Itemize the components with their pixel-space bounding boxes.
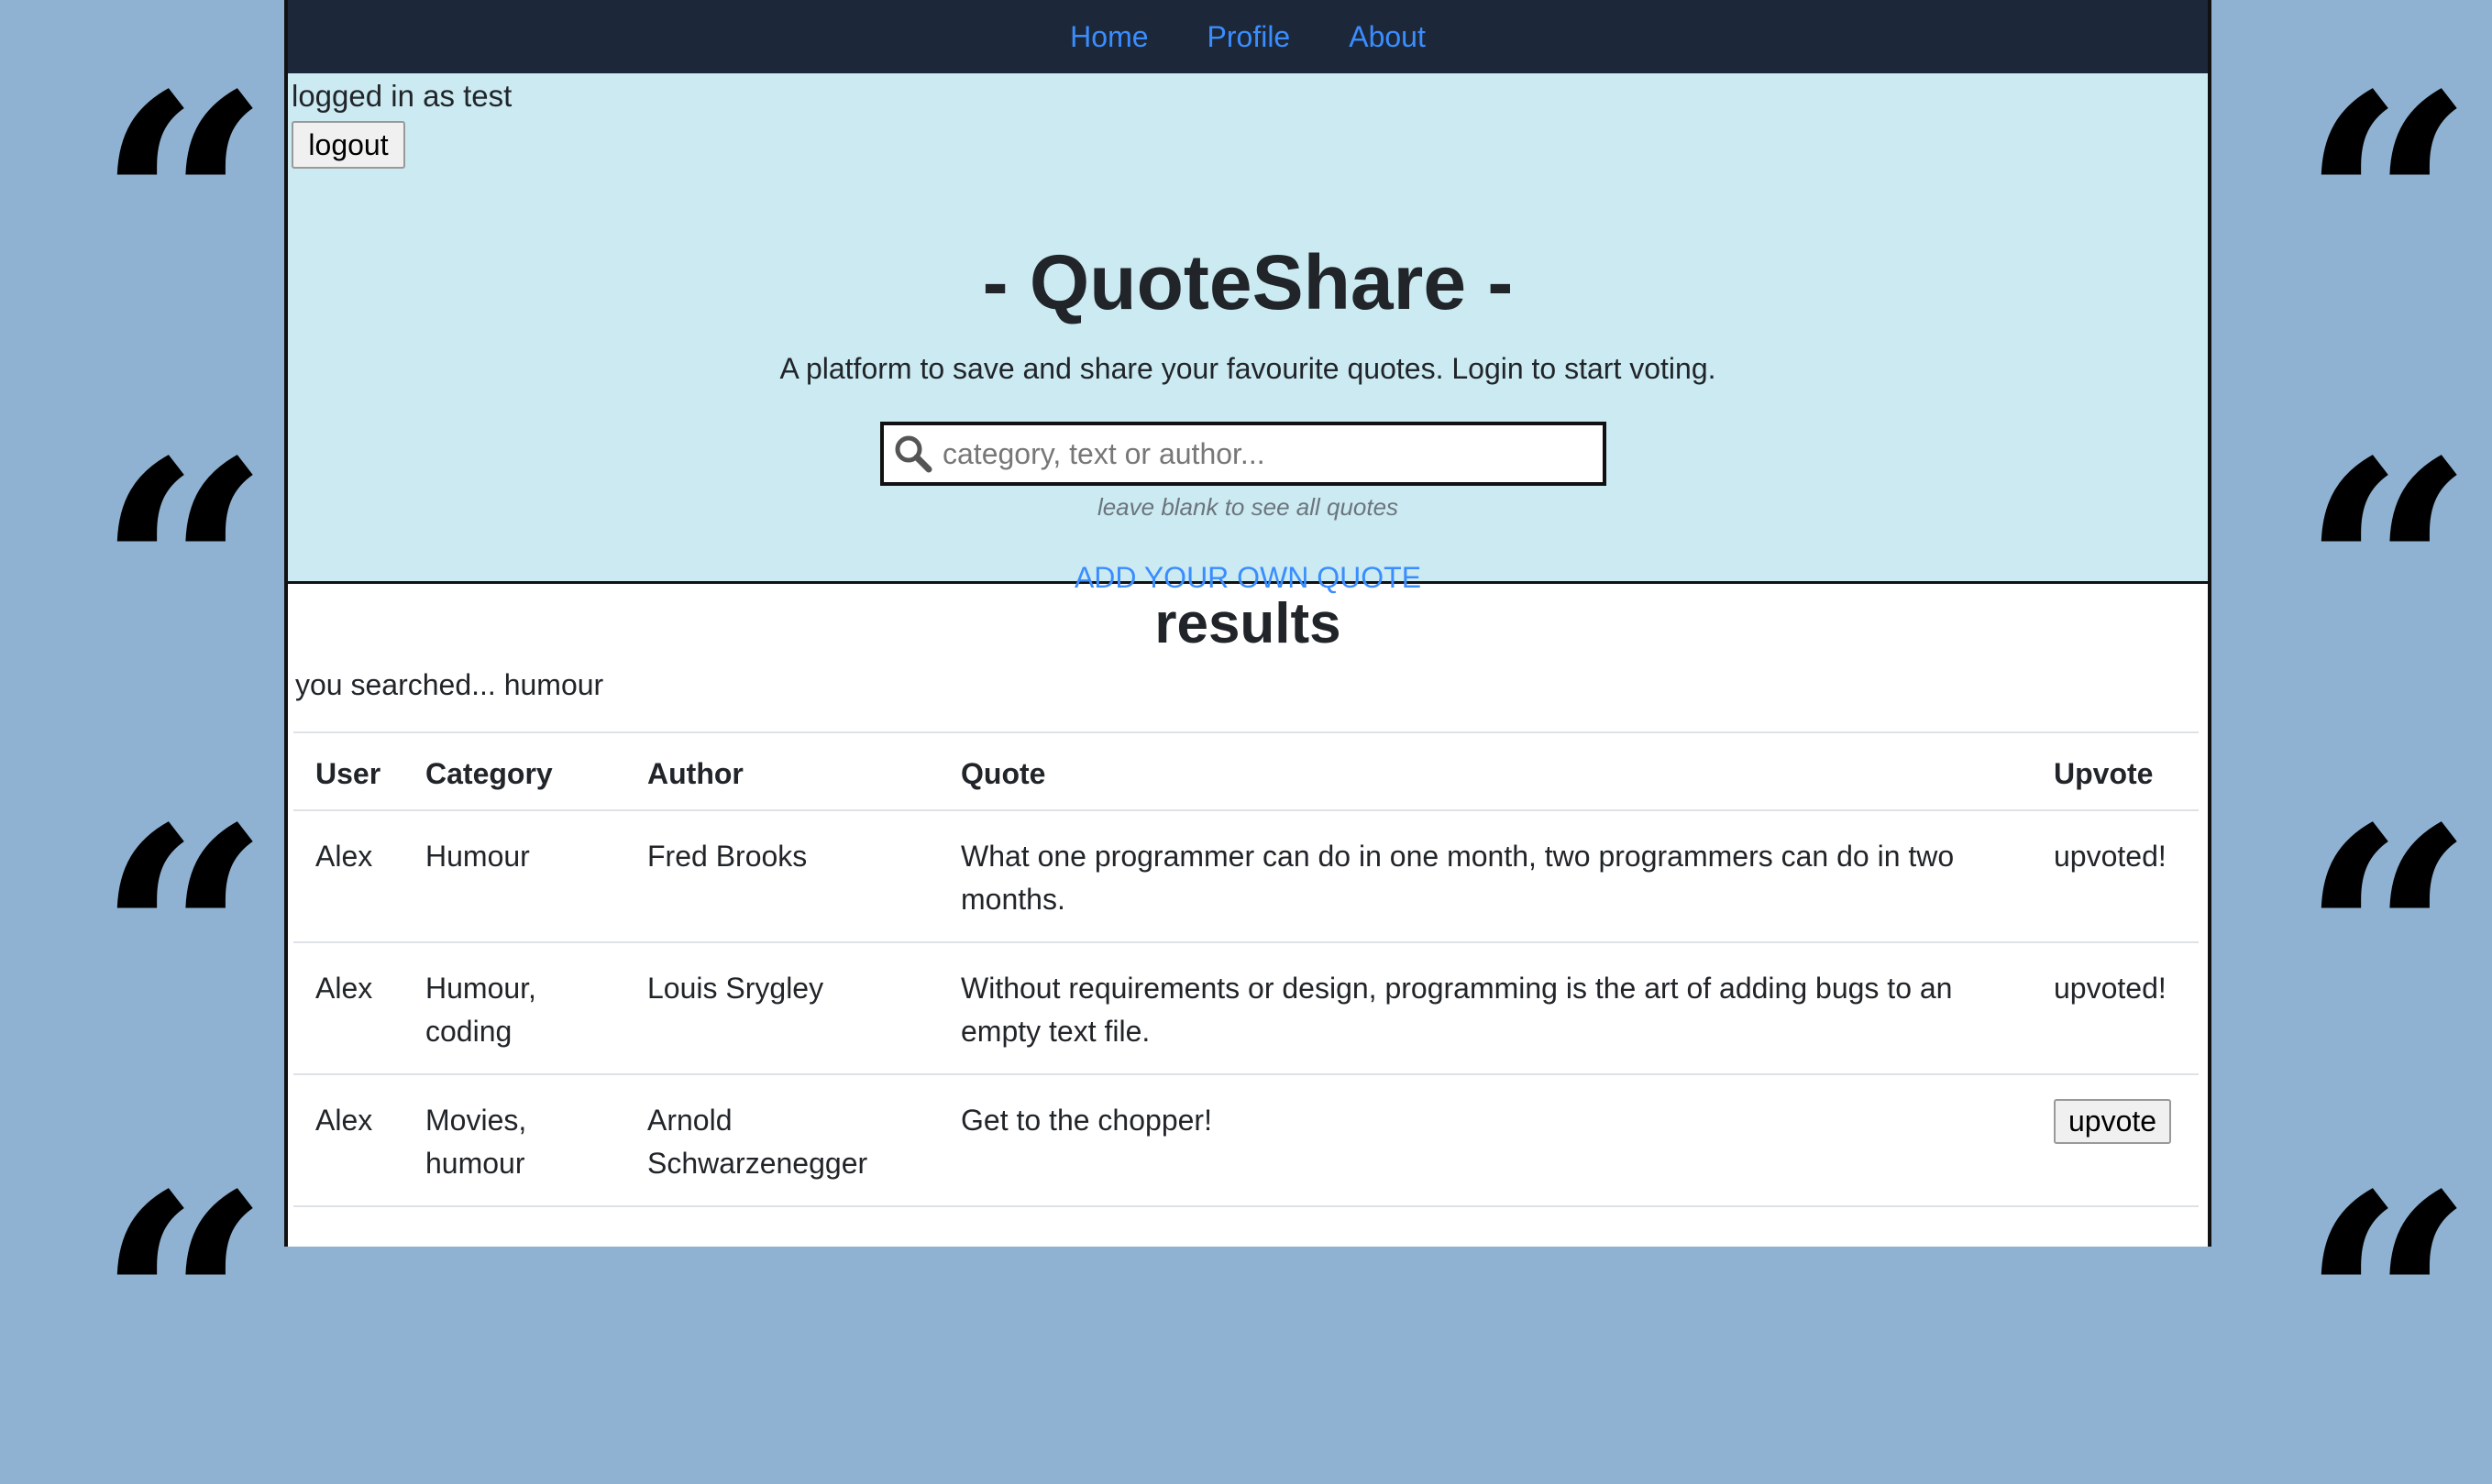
quote-mark-icon: “ <box>96 28 270 384</box>
cell-quote: Without requirements or design, programm… <box>939 942 2032 1076</box>
site-title: - QuoteShare - <box>982 239 1514 325</box>
results-title: results <box>1154 592 1341 655</box>
table-row: Alex Humour Fred Brooks What one program… <box>293 810 2199 944</box>
search-icon <box>895 435 932 473</box>
results-table: User Category Author Quote Upvote Alex H… <box>293 731 2199 1208</box>
cell-author: Arnold Schwarzenegger <box>625 1074 939 1208</box>
cell-upvote-status: upvoted! <box>2032 810 2199 944</box>
nav-about-link[interactable]: About <box>1349 20 1426 54</box>
quote-mark-icon: “ <box>2300 762 2475 1117</box>
cell-author: Fred Brooks <box>625 810 939 944</box>
quote-mark-icon: “ <box>2300 395 2475 751</box>
table-row: Alex Movies, humour Arnold Schwarzenegge… <box>293 1074 2199 1208</box>
search-box <box>880 422 1606 486</box>
cell-user: Alex <box>293 1074 403 1208</box>
search-hint: leave blank to see all quotes <box>1097 493 1399 521</box>
search-summary: you searched... humour <box>295 668 604 702</box>
logout-button[interactable]: logout <box>292 121 405 169</box>
column-header-category: Category <box>403 731 625 812</box>
quote-mark-icon: “ <box>96 1128 270 1484</box>
nav-home-link[interactable]: Home <box>1070 20 1148 54</box>
login-status-text: logged in as test <box>292 79 513 113</box>
top-navbar: Home Profile About <box>288 0 2208 73</box>
nav-profile-link[interactable]: Profile <box>1207 20 1291 54</box>
cell-quote: What one programmer can do in one month,… <box>939 810 2032 944</box>
cell-upvote: upvote <box>2032 1074 2199 1208</box>
cell-upvote-status: upvoted! <box>2032 942 2199 1076</box>
quote-mark-icon: “ <box>2300 28 2475 384</box>
cell-quote: Get to the chopper! <box>939 1074 2032 1208</box>
cell-user: Alex <box>293 810 403 944</box>
main-container: Home Profile About logged in as test log… <box>284 0 2211 1247</box>
quote-mark-icon: “ <box>96 395 270 751</box>
cell-author: Louis Srygley <box>625 942 939 1076</box>
add-quote-link-row: ADD YOUR OWN QUOTE <box>288 561 2208 595</box>
add-quote-link[interactable]: ADD YOUR OWN QUOTE <box>1075 561 1421 594</box>
table-header-row: User Category Author Quote Upvote <box>293 731 2199 812</box>
column-header-upvote: Upvote <box>2032 731 2199 812</box>
quote-mark-icon: “ <box>96 762 270 1117</box>
quote-mark-icon: “ <box>2300 1128 2475 1484</box>
hero-section: logged in as test logout - QuoteShare - … <box>288 73 2208 594</box>
column-header-quote: Quote <box>939 731 2032 812</box>
column-header-user: User <box>293 731 403 812</box>
site-tagline: A platform to save and share your favour… <box>779 352 1716 385</box>
cell-category: Humour <box>403 810 625 944</box>
cell-category: Humour, coding <box>403 942 625 1076</box>
search-input[interactable] <box>941 435 1603 472</box>
column-header-author: Author <box>625 731 939 812</box>
cell-category: Movies, humour <box>403 1074 625 1208</box>
cell-user: Alex <box>293 942 403 1076</box>
upvote-button[interactable]: upvote <box>2054 1099 2172 1145</box>
table-row: Alex Humour, coding Louis Srygley Withou… <box>293 942 2199 1076</box>
